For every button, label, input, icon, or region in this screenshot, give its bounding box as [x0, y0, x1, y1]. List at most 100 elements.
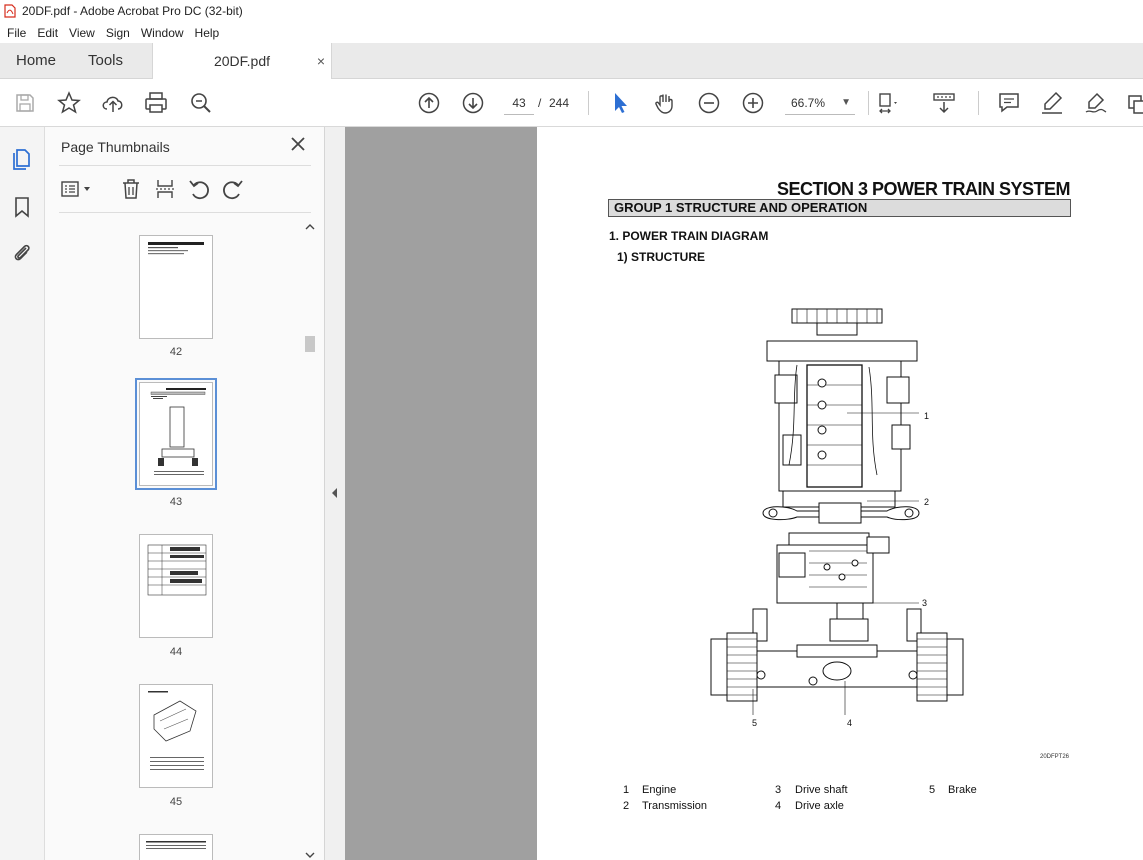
page-thumbnail[interactable] — [139, 534, 213, 638]
zoom-level-value: 66.7% — [791, 96, 826, 110]
callout-1: 1 — [924, 411, 930, 421]
legend-number: 4 — [775, 800, 782, 812]
menu-window[interactable]: Window — [137, 26, 188, 40]
document-viewer[interactable]: SECTION 3 POWER TRAIN SYSTEM GROUP 1 STR… — [345, 127, 1143, 860]
menu-edit[interactable]: Edit — [33, 26, 62, 40]
panel-divider — [59, 165, 311, 166]
page-total: 244 — [549, 96, 570, 110]
bookmark-star-icon[interactable] — [56, 90, 82, 116]
page-separator: / — [538, 96, 542, 110]
callout-4: 4 — [847, 718, 853, 728]
previous-page-icon[interactable] — [416, 90, 442, 116]
next-page-icon[interactable] — [460, 90, 486, 116]
menu-help[interactable]: Help — [191, 26, 224, 40]
thumbnail-page-label: 45 — [169, 796, 183, 808]
tab-document-label: 20DF.pdf — [213, 53, 271, 69]
tab-home[interactable]: Home — [16, 43, 56, 79]
heading-power-train-diagram: 1. POWER TRAIN DIAGRAM — [609, 229, 769, 243]
rotate-clockwise-icon[interactable] — [221, 177, 245, 201]
window-title: 20DF.pdf - Adobe Acrobat Pro DC (32-bit) — [22, 4, 243, 18]
page-thumbnails-icon[interactable] — [10, 147, 34, 171]
main-toolbar: 43 / 244 66.7% ▼ — [0, 79, 1143, 127]
section-title: SECTION 3 POWER TRAIN SYSTEM — [776, 179, 1071, 199]
delete-trash-icon[interactable] — [119, 177, 143, 201]
zoom-out-icon[interactable] — [696, 90, 722, 116]
thumbnail-preview — [148, 691, 204, 770]
legend-text: Transmission — [642, 800, 707, 812]
menu-bar: File Edit View Sign Window Help — [0, 22, 1143, 43]
thumbnail-preview — [147, 544, 207, 596]
chevron-down-icon: ▼ — [841, 97, 851, 108]
heading-structure: 1) STRUCTURE — [617, 250, 706, 264]
panel-divider — [59, 212, 311, 213]
scrollbar-thumb[interactable] — [305, 336, 315, 352]
menu-file[interactable]: File — [3, 26, 30, 40]
select-pointer-icon[interactable] — [607, 90, 633, 116]
highlight-pen-icon[interactable] — [1039, 90, 1065, 116]
tab-document[interactable]: 20DF.pdf × — [152, 43, 332, 79]
zoom-in-icon[interactable] — [740, 90, 766, 116]
rotate-counterclockwise-icon[interactable] — [187, 177, 211, 201]
legend-text: Drive axle — [795, 800, 844, 812]
legend-number: 3 — [775, 784, 782, 796]
group-title: GROUP 1 STRUCTURE AND OPERATION — [608, 199, 1071, 217]
legend-text: Brake — [948, 784, 977, 796]
close-tab-icon[interactable]: × — [317, 43, 325, 79]
menu-sign[interactable]: Sign — [102, 26, 134, 40]
panel-title: Page Thumbnails — [61, 139, 170, 155]
thumbnail-page-label: 44 — [169, 646, 183, 658]
callout-3: 3 — [922, 598, 928, 608]
callout-5: 5 — [752, 718, 758, 728]
tab-tools[interactable]: Tools — [88, 43, 123, 79]
sign-pen-icon[interactable] — [1083, 90, 1109, 116]
extract-pages-icon[interactable] — [153, 177, 177, 201]
scroll-down-arrow-icon[interactable] — [304, 850, 316, 860]
toolbar-divider — [868, 91, 869, 115]
comment-icon[interactable] — [996, 90, 1022, 116]
bookmarks-icon[interactable] — [10, 195, 34, 219]
close-panel-icon[interactable] — [289, 135, 307, 153]
thumbnail-page-label: 42 — [169, 346, 183, 358]
more-tools-icon[interactable] — [1125, 90, 1143, 116]
scroll-up-arrow-icon[interactable] — [304, 222, 316, 232]
save-icon[interactable] — [12, 90, 38, 116]
thumbnail-preview — [150, 388, 206, 475]
thumbnail-options-icon[interactable] — [60, 177, 96, 201]
upload-cloud-icon[interactable] — [100, 90, 126, 116]
pdf-page: SECTION 3 POWER TRAIN SYSTEM GROUP 1 STR… — [537, 127, 1143, 860]
thumbnail-page-label: 43 — [169, 496, 183, 508]
legend-text: Engine — [642, 784, 677, 796]
attachments-paperclip-icon[interactable] — [10, 241, 34, 265]
thumbnail-preview — [146, 841, 206, 849]
legend-number: 1 — [623, 784, 630, 796]
legend-text: Drive shaft — [795, 784, 848, 796]
thumbnail-preview — [148, 242, 204, 255]
scroll-mode-icon[interactable] — [931, 90, 957, 116]
navigation-rail — [0, 127, 45, 860]
acrobat-pdf-icon — [4, 4, 16, 18]
power-train-diagram — [710, 308, 964, 715]
legend-number: 2 — [623, 800, 630, 812]
figure-code: 20DFPT26 — [1040, 754, 1070, 760]
page-fit-icon[interactable] — [876, 90, 902, 116]
page-thumbnails-panel: Page Thumbnails 42 43 44 45 — [45, 127, 325, 860]
toolbar-divider — [978, 91, 979, 115]
page-thumbnail-selected[interactable] — [135, 378, 217, 490]
window-titlebar: 20DF.pdf - Adobe Acrobat Pro DC (32-bit) — [0, 0, 1143, 22]
panel-collapse-handle[interactable] — [325, 127, 345, 860]
page-thumbnail[interactable] — [139, 834, 213, 860]
page-thumbnail[interactable] — [139, 684, 213, 788]
page-number-input[interactable]: 43 — [504, 91, 534, 115]
print-icon[interactable] — [143, 90, 169, 116]
legend-number: 5 — [929, 784, 936, 796]
hand-tool-icon[interactable] — [652, 90, 678, 116]
page-thumbnail[interactable] — [139, 235, 213, 339]
toolbar-divider — [588, 91, 589, 115]
collapse-left-arrow-icon[interactable] — [331, 487, 339, 499]
callout-2: 2 — [924, 497, 930, 507]
menu-view[interactable]: View — [65, 26, 99, 40]
zoom-search-icon[interactable] — [188, 90, 214, 116]
zoom-level-select[interactable]: 66.7% ▼ — [785, 91, 855, 115]
thumbnails-scrollbar[interactable] — [303, 220, 317, 860]
tab-bar: Home Tools 20DF.pdf × — [0, 43, 1143, 79]
